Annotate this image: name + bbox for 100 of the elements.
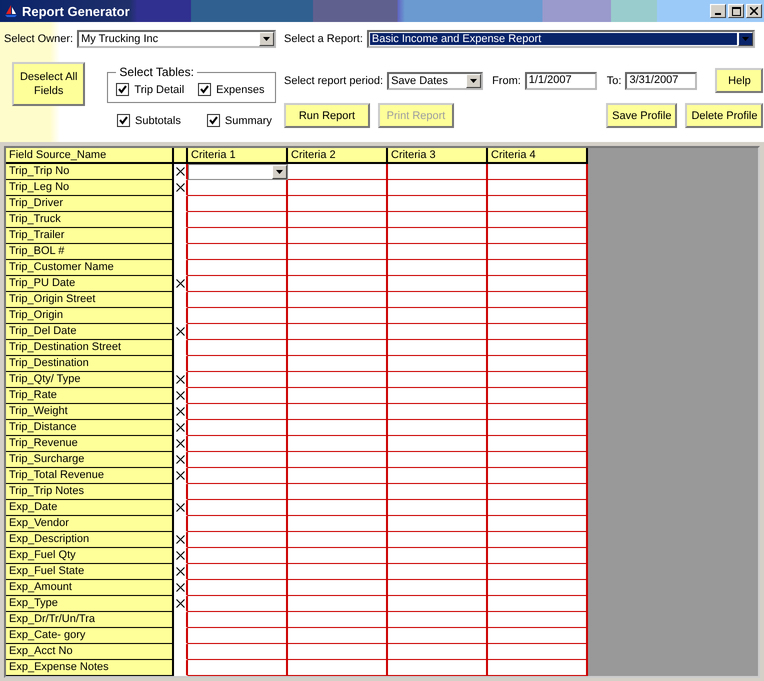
to-date-field[interactable]: 3/31/2007 — [625, 72, 698, 90]
criteria-cell[interactable] — [288, 484, 388, 500]
criteria-cell[interactable] — [388, 372, 488, 388]
criteria-cell[interactable] — [488, 436, 588, 452]
criteria-cell[interactable] — [288, 388, 388, 404]
criteria-cell[interactable] — [288, 532, 388, 548]
criteria-cell[interactable] — [488, 340, 588, 356]
criteria-cell[interactable] — [388, 164, 488, 180]
criteria-cell[interactable] — [488, 260, 588, 276]
criteria-cell[interactable] — [288, 340, 388, 356]
criteria-cell[interactable] — [288, 180, 388, 196]
criteria-cell[interactable] — [288, 660, 388, 676]
criteria-cell[interactable] — [488, 452, 588, 468]
criteria-cell[interactable] — [388, 212, 488, 228]
criteria-cell[interactable] — [388, 276, 488, 292]
criteria-cell[interactable] — [388, 644, 488, 660]
from-date-field[interactable]: 1/1/2007 — [524, 72, 597, 90]
criteria-cell[interactable] — [188, 180, 288, 196]
criteria-cell[interactable] — [388, 404, 488, 420]
criteria-cell[interactable] — [488, 372, 588, 388]
criteria-cell[interactable] — [288, 596, 388, 612]
criteria-cell[interactable] — [388, 180, 488, 196]
criteria-cell[interactable] — [488, 532, 588, 548]
delete-profile-button[interactable]: Delete Profile — [685, 103, 764, 128]
criteria-cell[interactable] — [288, 516, 388, 532]
criteria-cell[interactable] — [288, 468, 388, 484]
criteria-cell[interactable] — [488, 580, 588, 596]
criteria-cell[interactable] — [188, 660, 288, 676]
criteria-cell[interactable] — [288, 548, 388, 564]
criteria-cell[interactable] — [388, 356, 488, 372]
criteria-cell[interactable] — [188, 244, 288, 260]
criteria-cell[interactable] — [488, 564, 588, 580]
criteria-cell[interactable] — [188, 404, 288, 420]
maximize-button[interactable] — [728, 4, 744, 18]
criteria-cell[interactable] — [488, 292, 588, 308]
criteria-cell[interactable] — [288, 628, 388, 644]
criteria-cell[interactable] — [388, 420, 488, 436]
criteria-cell[interactable] — [388, 436, 488, 452]
criteria-cell[interactable] — [488, 324, 588, 340]
criteria-cell[interactable] — [188, 548, 288, 564]
criteria-cell[interactable] — [188, 452, 288, 468]
criteria-cell[interactable] — [188, 212, 288, 228]
criteria-dropdown[interactable] — [188, 164, 288, 180]
minimize-button[interactable] — [710, 4, 726, 18]
criteria-cell[interactable] — [388, 548, 488, 564]
criteria-cell[interactable] — [288, 244, 388, 260]
criteria-cell[interactable] — [188, 516, 288, 532]
criteria-cell[interactable] — [288, 324, 388, 340]
criteria-cell[interactable] — [488, 308, 588, 324]
criteria-cell[interactable] — [188, 388, 288, 404]
criteria-cell[interactable] — [288, 356, 388, 372]
criteria-cell[interactable] — [288, 500, 388, 516]
criteria-cell[interactable] — [388, 580, 488, 596]
criteria-cell[interactable] — [388, 260, 488, 276]
criteria-cell[interactable] — [388, 228, 488, 244]
criteria-cell[interactable] — [388, 452, 488, 468]
criteria-cell[interactable] — [488, 468, 588, 484]
criteria-cell[interactable] — [388, 564, 488, 580]
criteria-cell[interactable] — [488, 612, 588, 628]
criteria-cell[interactable] — [388, 324, 488, 340]
criteria-cell[interactable] — [188, 532, 288, 548]
criteria-cell[interactable] — [388, 660, 488, 676]
criteria-cell[interactable] — [488, 596, 588, 612]
criteria-cell[interactable] — [388, 596, 488, 612]
criteria-cell[interactable] — [388, 628, 488, 644]
criteria-cell[interactable] — [388, 340, 488, 356]
criteria-cell[interactable] — [188, 276, 288, 292]
criteria-cell[interactable] — [188, 292, 288, 308]
criteria-cell[interactable] — [488, 484, 588, 500]
criteria-cell[interactable] — [288, 404, 388, 420]
criteria-cell[interactable] — [388, 388, 488, 404]
criteria-cell[interactable] — [388, 292, 488, 308]
criteria-cell[interactable] — [388, 516, 488, 532]
criteria-cell[interactable] — [288, 564, 388, 580]
criteria-cell[interactable] — [388, 244, 488, 260]
criteria-cell[interactable] — [488, 516, 588, 532]
criteria-cell[interactable] — [288, 260, 388, 276]
criteria-cell[interactable] — [288, 372, 388, 388]
criteria-cell[interactable] — [288, 196, 388, 212]
criteria-cell[interactable] — [488, 548, 588, 564]
criteria-cell[interactable] — [188, 324, 288, 340]
criteria-cell[interactable] — [288, 292, 388, 308]
close-button[interactable] — [746, 4, 762, 18]
criteria-cell[interactable] — [288, 420, 388, 436]
criteria-cell[interactable] — [288, 436, 388, 452]
criteria-cell[interactable] — [488, 212, 588, 228]
criteria-cell[interactable] — [188, 564, 288, 580]
criteria-cell[interactable] — [188, 596, 288, 612]
criteria-cell[interactable] — [388, 196, 488, 212]
criteria-cell[interactable] — [288, 276, 388, 292]
criteria-cell[interactable] — [188, 628, 288, 644]
criteria-cell[interactable] — [488, 180, 588, 196]
criteria-cell[interactable] — [388, 500, 488, 516]
criteria-cell[interactable] — [388, 484, 488, 500]
criteria-cell[interactable] — [488, 356, 588, 372]
criteria-cell[interactable] — [188, 356, 288, 372]
deselect-all-button[interactable]: Deselect All Fields — [12, 62, 86, 106]
criteria-cell[interactable] — [188, 228, 288, 244]
criteria-cell[interactable] — [288, 644, 388, 660]
run-report-button[interactable]: Run Report — [284, 103, 370, 128]
